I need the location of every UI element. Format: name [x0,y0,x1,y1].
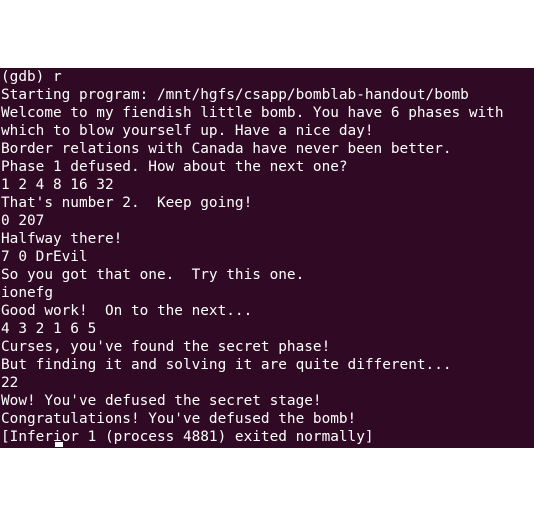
terminal-line-phase-5-defused: Good work! On to the next... [1,303,253,319]
terminal-line-phase-3-defused: Halfway there! [1,231,123,247]
terminal-cursor [55,442,63,447]
terminal-line-secret-phase-hint: But finding it and solving it are quite … [1,357,452,373]
terminal-line-input-phase-6: 4 3 2 1 6 5 [1,321,97,337]
terminal-line-input-phase-3: 0 207 [1,213,45,229]
terminal-line-welcome: Welcome to my fiendish little bomb. You … [1,105,504,121]
terminal-line-secret-phase-found: Curses, you've found the secret phase! [1,339,331,355]
terminal-line-phase-2-defused: That's number 2. Keep going! [1,195,253,211]
terminal-line-input-phase-5: ionefg [1,285,53,301]
terminal-line-phase-4-defused: So you got that one. Try this one. [1,267,305,283]
terminal-line-gdb-run: (gdb) r [1,69,62,85]
page: (gdb) r Starting program: /mnt/hgfs/csap… [0,0,534,516]
terminal-line-bomb-defused: Congratulations! You've defused the bomb… [1,411,357,427]
terminal-line-starting-program: Starting program: /mnt/hgfs/csapp/bombla… [1,87,469,103]
terminal-line-input-secret-phase: 22 [1,375,19,391]
terminal-line-input-phase-2: 1 2 4 8 16 32 [1,177,114,193]
terminal-line-phase-1-defused: Phase 1 defused. How about the next one? [1,159,348,175]
terminal-window[interactable]: (gdb) r Starting program: /mnt/hgfs/csap… [0,68,534,448]
terminal-line-input-phase-1: Border relations with Canada have never … [1,141,452,157]
terminal-line-input-phase-4: 7 0 DrEvil [1,249,88,265]
terminal-line-inferior-exited: [Inferior 1 (process 4881) exited normal… [1,429,374,445]
terminal-output: (gdb) r Starting program: /mnt/hgfs/csap… [1,68,504,446]
terminal-line-welcome-cont: which to blow yourself up. Have a nice d… [1,123,374,139]
terminal-line-secret-stage-defused: Wow! You've defused the secret stage! [1,393,322,409]
